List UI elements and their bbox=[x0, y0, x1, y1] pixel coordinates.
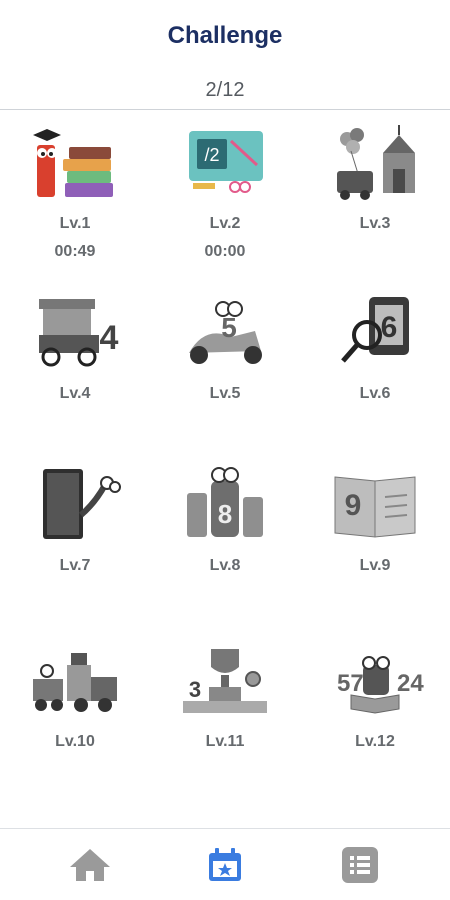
level-11-tile[interactable]: 3 Lv.11 bbox=[150, 639, 300, 751]
svg-text:/2: /2 bbox=[204, 145, 219, 165]
level-label: Lv.5 bbox=[209, 385, 241, 402]
level-label: Lv.10 bbox=[55, 733, 95, 750]
level-9-tile[interactable]: 9 Lv.9 bbox=[300, 463, 450, 575]
nav-list[interactable] bbox=[285, 829, 435, 900]
level-3-tile[interactable]: Lv.3 bbox=[300, 121, 450, 233]
level-1-tile[interactable]: Lv.1 00:49 bbox=[0, 121, 150, 261]
magnifier-six-icon: 6 bbox=[341, 297, 409, 363]
level-label: Lv.8 bbox=[209, 557, 241, 574]
svg-text:6: 6 bbox=[381, 311, 398, 344]
progress-counter: 2/12 bbox=[205, 79, 245, 101]
level-label: Lv.2 bbox=[209, 215, 241, 232]
level-8-tile[interactable]: 8 Lv.8 bbox=[150, 463, 300, 575]
level-7-tile[interactable]: Lv.7 bbox=[0, 463, 150, 575]
svg-text:8: 8 bbox=[218, 499, 232, 529]
home-icon bbox=[70, 849, 110, 881]
level-label: Lv.11 bbox=[205, 733, 245, 750]
level-12-tile[interactable]: 57 24 Lv.12 bbox=[300, 639, 450, 751]
header: Challenge 2/12 bbox=[0, 0, 450, 110]
books-character-icon bbox=[33, 129, 113, 197]
nav-challenge[interactable] bbox=[150, 829, 300, 900]
level-label: Lv.6 bbox=[359, 385, 391, 402]
svg-text:24: 24 bbox=[397, 670, 424, 697]
chalkboard-fraction-icon: /2 bbox=[189, 131, 263, 193]
tree-book-icon bbox=[43, 469, 121, 539]
level-label: Lv.12 bbox=[355, 733, 395, 750]
level-2-tile[interactable]: /2 Lv.2 00:00 bbox=[150, 121, 300, 261]
level-time: 00:00 bbox=[204, 243, 246, 260]
calendar-star-icon bbox=[209, 848, 241, 881]
level-4-tile[interactable]: 4 Lv.4 bbox=[0, 291, 150, 403]
level-label: Lv.3 bbox=[359, 215, 391, 232]
svg-text:3: 3 bbox=[189, 677, 201, 702]
scooter-icon: 5 bbox=[189, 301, 262, 364]
reading-numbers-icon: 57 24 bbox=[337, 656, 424, 714]
level-5-tile[interactable]: 5 Lv.5 bbox=[150, 291, 300, 403]
svg-text:57: 57 bbox=[337, 670, 364, 697]
level-label: Lv.4 bbox=[59, 385, 91, 402]
open-book-nine-icon: 9 bbox=[334, 476, 416, 538]
level-time: 00:49 bbox=[54, 243, 96, 260]
food-cart-icon: 4 bbox=[39, 299, 119, 367]
level-10-tile[interactable]: Lv.10 bbox=[0, 639, 150, 751]
train-icon bbox=[33, 653, 117, 712]
drinks-character-icon: 8 bbox=[187, 467, 263, 537]
level-label: Lv.1 bbox=[59, 215, 91, 232]
circus-balloons-icon bbox=[337, 125, 415, 200]
svg-text:9: 9 bbox=[345, 489, 362, 522]
level-label: Lv.9 bbox=[359, 557, 391, 574]
page-title: Challenge bbox=[167, 22, 283, 49]
level-6-tile[interactable]: 6 Lv.6 bbox=[300, 291, 450, 403]
list-icon bbox=[342, 847, 378, 883]
svg-text:4: 4 bbox=[100, 319, 119, 357]
level-label: Lv.7 bbox=[59, 557, 91, 574]
svg-text:5: 5 bbox=[221, 312, 237, 343]
bottom-navigation bbox=[0, 828, 450, 900]
trophy-podium-icon: 3 bbox=[183, 649, 267, 713]
nav-home[interactable] bbox=[15, 829, 165, 900]
